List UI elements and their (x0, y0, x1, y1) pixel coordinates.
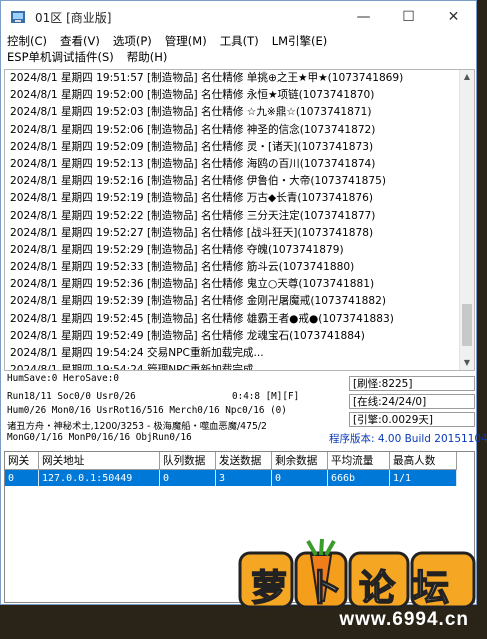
col-avg-traffic[interactable]: 平均流量 (327, 452, 390, 470)
col-max-users[interactable]: 最高人数 (389, 452, 457, 470)
cell-remaining: 0 (271, 469, 328, 486)
menu-help[interactable]: 帮助(H) (127, 49, 168, 65)
scroll-thumb[interactable] (462, 304, 472, 346)
status-line-hum: Hum0/26 Mon0/16 UsrRot16/516 Merch0/16 N… (7, 405, 287, 416)
scroll-down-icon[interactable]: ▼ (460, 356, 474, 370)
online-count-box: [在线:24/24/0] (349, 394, 475, 409)
watermark-brand: 萝卜论坛 (250, 567, 467, 610)
status-time-flags: 0:4:8 [M][F] (232, 391, 300, 402)
engine-uptime-box: [引擎:0.0029天] (349, 412, 475, 427)
menu-lm-engine[interactable]: LM引擎(E) (272, 33, 328, 49)
status-line-map: 诸丑方舟・神秘术士,1200/3253 - 极海魔船・噬血恶魔/475/2 (7, 421, 267, 432)
forum-watermark: 萝卜论坛 www.6994.cn (236, 535, 481, 635)
scroll-up-icon[interactable]: ▲ (460, 70, 474, 84)
status-panel: HumSave:0 HeroSave:0 Run18/11 Soc0/0 Usr… (4, 373, 487, 449)
minimize-button[interactable]: — (341, 1, 386, 33)
program-version: 程序版本: 4.00 Build 20151104 (329, 433, 487, 445)
menu-options[interactable]: 选项(P) (113, 33, 152, 49)
menu-manage[interactable]: 管理(M) (165, 33, 207, 49)
log-line: 2024/8/1 星期四 19:52:19 [制造物品] 名仕精修 万古◆长青(… (10, 192, 373, 205)
status-line-mon: MonG0/1/16 MonP0/16/16 ObjRun0/16 (7, 432, 192, 443)
log-line: 2024/8/1 星期四 19:52:49 [制造物品] 名仕精修 龙魂宝石(1… (10, 329, 365, 342)
log-line: 2024/8/1 星期四 19:51:57 [制造物品] 名仕精修 单挑⊕之王★… (10, 72, 404, 84)
col-gateway-address[interactable]: 网关地址 (38, 452, 160, 470)
cell-max-users: 1/1 (389, 469, 457, 486)
col-send-data[interactable]: 发送数据 (215, 452, 272, 470)
table-row[interactable]: 0 127.0.0.1:50449 0 3 0 666b 1/1 (5, 469, 457, 486)
menu-control[interactable]: 控制(C) (7, 33, 47, 49)
status-line-save: HumSave:0 HeroSave:0 (7, 373, 119, 384)
log-panel[interactable]: 2024/8/1 星期四 19:51:57 [制造物品] 名仕精修 单挑⊕之王★… (4, 69, 475, 371)
log-line: 2024/8/1 星期四 19:52:39 [制造物品] 名仕精修 金刚卍屠魔戒… (10, 295, 387, 308)
menu-view[interactable]: 查看(V) (60, 33, 100, 49)
log-line: 2024/8/1 星期四 19:52:27 [制造物品] 名仕精修 [战斗狂天]… (10, 226, 374, 239)
cell-gateway: 0 (5, 469, 39, 486)
app-icon (11, 11, 25, 23)
status-line-run: Run18/11 Soc0/0 Usr0/26 (7, 391, 136, 402)
watermark-url: www.6994.cn (339, 609, 469, 630)
log-line: 2024/8/1 星期四 19:52:33 [制造物品] 名仕精修 筋斗云(10… (10, 261, 355, 274)
log-line: 2024/8/1 星期四 19:52:09 [制造物品] 名仕精修 灵・[诸天]… (10, 140, 374, 153)
log-line: 2024/8/1 星期四 19:52:16 [制造物品] 名仕精修 伊鲁伯・大帝… (10, 175, 387, 188)
cell-send: 3 (215, 469, 272, 486)
menu-bar-row2: ESP单机调试插件(S) 帮助(H) (1, 49, 476, 65)
log-line: 2024/8/1 星期四 19:54:24 管理NPC重新加载完成... (10, 364, 264, 371)
server-window: 01区 [商业版] — ☐ ✕ 控制(C) 查看(V) 选项(P) 管理(M) … (0, 0, 487, 605)
maximize-button[interactable]: ☐ (386, 1, 431, 33)
monster-count-box: [刷怪:8225] (349, 376, 475, 391)
log-scrollbar[interactable]: ▲ ▼ (459, 70, 474, 370)
log-line: 2024/8/1 星期四 19:52:45 [制造物品] 名仕精修 雄霸王者●戒… (10, 312, 394, 325)
log-line: 2024/8/1 星期四 19:52:03 [制造物品] 名仕精修 ☆九※鼎☆(… (10, 106, 372, 119)
menu-bar: 控制(C) 查看(V) 选项(P) 管理(M) 工具(T) LM引擎(E) (1, 33, 476, 49)
col-gateway[interactable]: 网关 (5, 452, 39, 470)
cell-avg-traffic: 666b (327, 469, 390, 486)
col-remaining-data[interactable]: 剩余数据 (271, 452, 328, 470)
close-button[interactable]: ✕ (431, 1, 476, 33)
col-queue-data[interactable]: 队列数据 (159, 452, 216, 470)
log-line: 2024/8/1 星期四 19:52:29 [制造物品] 名仕精修 夺魄(107… (10, 243, 344, 256)
log-line: 2024/8/1 星期四 19:52:22 [制造物品] 名仕精修 三分天注定(… (10, 209, 376, 222)
log-line: 2024/8/1 星期四 19:52:06 [制造物品] 名仕精修 神圣的信念(… (10, 123, 376, 136)
menu-esp-plugin[interactable]: ESP单机调试插件(S) (7, 49, 114, 65)
window-title: 01区 [商业版] (35, 10, 112, 25)
log-line: 2024/8/1 星期四 19:52:00 [制造物品] 名仕精修 永恒★项链(… (10, 89, 375, 102)
cell-address: 127.0.0.1:50449 (38, 469, 160, 486)
menu-tools[interactable]: 工具(T) (220, 33, 259, 49)
log-line: 2024/8/1 星期四 19:52:36 [制造物品] 名仕精修 鬼立○天尊(… (10, 278, 375, 291)
title-bar: 01区 [商业版] — ☐ ✕ (1, 1, 476, 33)
log-line: 2024/8/1 星期四 19:54:24 交易NPC重新加载完成... (10, 347, 264, 359)
log-line: 2024/8/1 星期四 19:52:13 [制造物品] 名仕精修 海鸥の百川(… (10, 157, 376, 170)
cell-queue: 0 (159, 469, 216, 486)
